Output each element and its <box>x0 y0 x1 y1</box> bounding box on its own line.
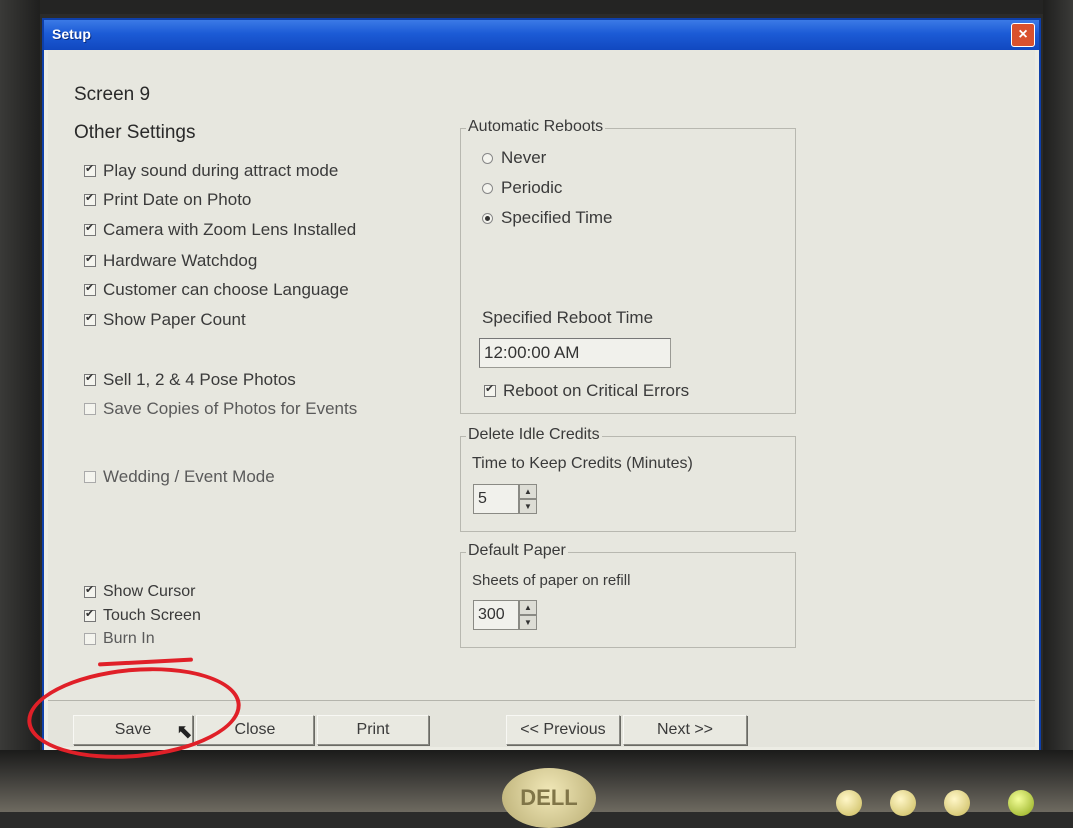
monitor-bezel-right <box>1043 0 1073 812</box>
checkbox-icon <box>484 382 496 397</box>
paper-count-checkbox[interactable]: Show Paper Count <box>84 310 246 330</box>
close-icon[interactable]: × <box>1011 23 1035 47</box>
section-title: Other Settings <box>74 122 196 143</box>
burn-in-label: Burn In <box>103 630 155 647</box>
sell-pose-checkbox[interactable]: Sell 1, 2 & 4 Pose Photos <box>84 370 296 390</box>
checkbox-icon <box>84 607 96 622</box>
choose-language-label: Customer can choose Language <box>103 280 349 299</box>
hardware-watchdog-label: Hardware Watchdog <box>103 251 258 270</box>
monitor-button-minus[interactable] <box>890 790 916 816</box>
monitor-button-menu[interactable] <box>836 790 862 816</box>
screen-number: Screen 9 <box>74 84 151 105</box>
hardware-watchdog-checkbox[interactable]: Hardware Watchdog <box>84 251 257 271</box>
play-sound-checkbox[interactable]: Play sound during attract mode <box>84 161 338 181</box>
play-sound-label: Play sound during attract mode <box>103 161 339 180</box>
automatic-reboots-group <box>460 128 796 414</box>
keep-credits-stepper[interactable]: 5 ▲ ▼ <box>473 484 537 514</box>
save-copies-label: Save Copies of Photos for Events <box>103 399 358 418</box>
next-button[interactable]: Next >> <box>623 715 747 745</box>
monitor-bezel-left <box>0 0 40 812</box>
sheets-refill-stepper[interactable]: 300 ▲ ▼ <box>473 600 537 630</box>
wedding-mode-checkbox[interactable]: Wedding / Event Mode <box>84 467 275 487</box>
checkbox-icon <box>84 403 96 415</box>
checkbox-icon <box>84 221 96 236</box>
checkbox-icon <box>84 371 96 386</box>
reboot-time-label: Specified Reboot Time <box>482 308 654 327</box>
touch-screen-label: Touch Screen <box>103 607 201 624</box>
choose-language-checkbox[interactable]: Customer can choose Language <box>84 280 349 300</box>
checkbox-icon <box>84 633 96 645</box>
zoom-lens-checkbox[interactable]: Camera with Zoom Lens Installed <box>84 220 356 240</box>
reboot-periodic-label: Periodic <box>501 178 563 197</box>
monitor-button-plus[interactable] <box>944 790 970 816</box>
monitor-bezel-top <box>0 0 1073 14</box>
keep-credits-input[interactable]: 5 <box>473 484 519 514</box>
automatic-reboots-legend: Automatic Reboots <box>466 118 606 136</box>
print-button[interactable]: Print <box>317 715 429 745</box>
checkbox-icon <box>84 471 96 483</box>
previous-button[interactable]: << Previous <box>506 715 620 745</box>
dialog-body: Screen 9 Other Settings Play sound durin… <box>48 50 1035 747</box>
spin-down-icon[interactable]: ▼ <box>519 615 537 630</box>
spin-down-icon[interactable]: ▼ <box>519 499 537 514</box>
checkbox-icon <box>84 281 96 296</box>
touch-screen-checkbox[interactable]: Touch Screen <box>84 607 201 625</box>
checkbox-icon <box>84 252 96 267</box>
reboot-time-field[interactable]: 12:00:00 AM <box>479 338 671 368</box>
delete-idle-credits-legend: Delete Idle Credits <box>466 426 602 444</box>
checkbox-icon <box>84 162 96 177</box>
radio-selected-icon <box>482 212 493 224</box>
sheets-refill-label: Sheets of paper on refill <box>472 572 631 589</box>
sell-pose-label: Sell 1, 2 & 4 Pose Photos <box>103 370 296 389</box>
reboot-critical-label: Reboot on Critical Errors <box>503 381 690 400</box>
zoom-lens-label: Camera with Zoom Lens Installed <box>103 220 357 239</box>
dell-logo: DELL <box>502 768 596 828</box>
print-date-checkbox[interactable]: Print Date on Photo <box>84 190 251 210</box>
spin-up-icon[interactable]: ▲ <box>519 484 537 499</box>
burn-in-checkbox[interactable]: Burn In <box>84 630 155 648</box>
show-cursor-checkbox[interactable]: Show Cursor <box>84 583 195 601</box>
reboot-specified-label: Specified Time <box>501 208 613 227</box>
show-cursor-label: Show Cursor <box>103 583 196 600</box>
print-date-label: Print Date on Photo <box>103 190 252 209</box>
power-icon[interactable] <box>1008 790 1034 816</box>
paper-count-label: Show Paper Count <box>103 310 246 329</box>
spin-up-icon[interactable]: ▲ <box>519 600 537 615</box>
reboot-specified-radio[interactable]: Specified Time <box>482 208 613 228</box>
reboot-critical-checkbox[interactable]: Reboot on Critical Errors <box>484 381 689 401</box>
radio-icon <box>482 182 493 194</box>
reboot-never-radio[interactable]: Never <box>482 148 546 168</box>
checkbox-icon <box>84 311 96 326</box>
checkbox-icon <box>84 191 96 206</box>
wedding-mode-label: Wedding / Event Mode <box>103 467 275 486</box>
keep-credits-label: Time to Keep Credits (Minutes) <box>472 455 693 472</box>
title-bar: Setup × <box>44 20 1039 50</box>
sheets-refill-input[interactable]: 300 <box>473 600 519 630</box>
default-paper-legend: Default Paper <box>466 542 568 560</box>
reboot-periodic-radio[interactable]: Periodic <box>482 178 562 198</box>
save-copies-checkbox[interactable]: Save Copies of Photos for Events <box>84 399 357 419</box>
radio-icon <box>482 152 493 164</box>
window-title: Setup <box>52 26 91 42</box>
checkbox-icon <box>84 583 96 598</box>
setup-window: Setup × Screen 9 Other Settings Play sou… <box>44 20 1039 750</box>
reboot-never-label: Never <box>501 148 547 167</box>
